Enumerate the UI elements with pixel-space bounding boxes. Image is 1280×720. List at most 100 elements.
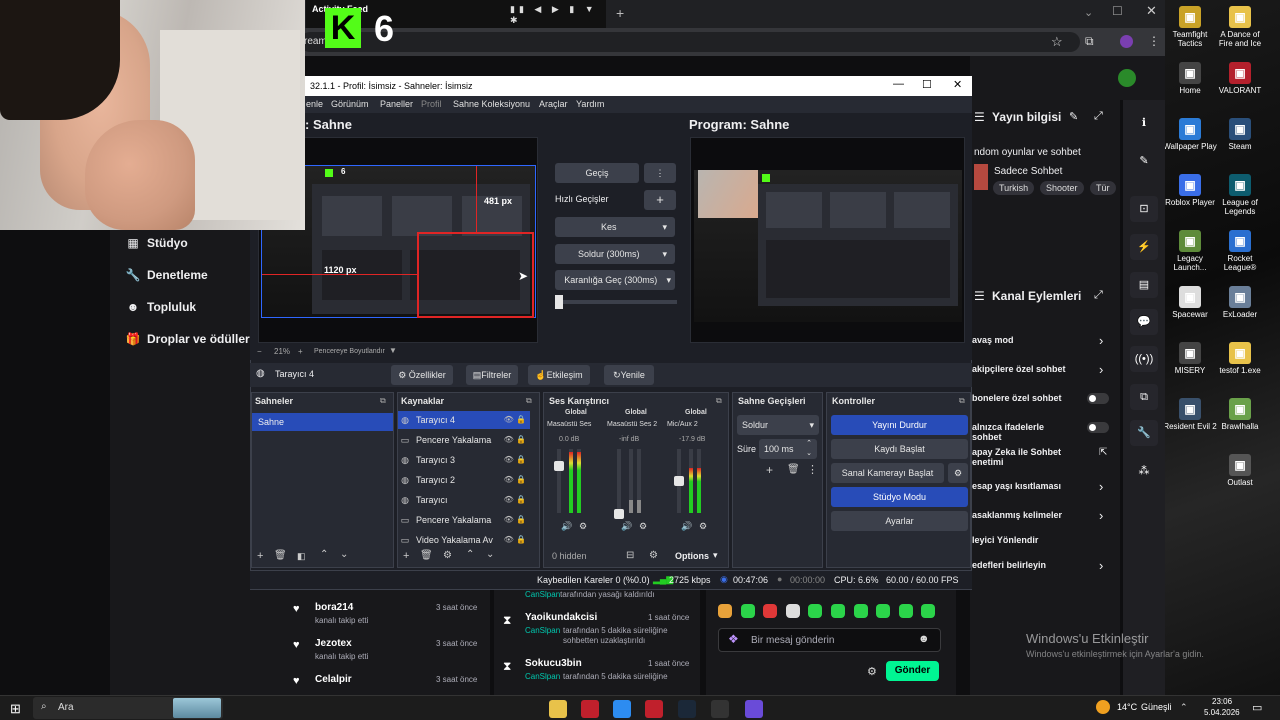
- emote-icon[interactable]: [876, 604, 891, 618]
- teams-icon[interactable]: [745, 700, 763, 718]
- emote-icon[interactable]: [921, 604, 936, 618]
- dock-float-icon[interactable]: ⧉: [380, 396, 386, 406]
- source-settings-icon[interactable]: ⚙: [443, 550, 452, 561]
- chat-settings-icon[interactable]: ⚙: [867, 665, 877, 678]
- zoom-mode[interactable]: Pencereye Boyutlandır: [314, 348, 385, 355]
- channel-action-item[interactable]: avaş mod ›: [972, 333, 1112, 351]
- visibility-lock-icons[interactable]: 👁 🔒: [504, 411, 526, 429]
- chrome-icon[interactable]: [613, 700, 631, 718]
- move-down-icon[interactable]: ⌄: [340, 549, 348, 560]
- source-item[interactable]: ◍ Tarayıcı 3 👁 🔒: [398, 451, 530, 469]
- bookmark-star-icon[interactable]: ☆: [1051, 34, 1063, 50]
- channel-action-item[interactable]: alnızca ifadelerle sohbet: [972, 420, 1112, 442]
- emote-icon[interactable]: [763, 604, 778, 618]
- obs-icon[interactable]: [711, 700, 729, 718]
- properties-button[interactable]: ⚙ Özellikler: [391, 365, 453, 385]
- remove-transition-icon[interactable]: 🗑: [787, 464, 800, 475]
- chevron-down-icon[interactable]: ▾: [713, 550, 718, 561]
- start-virtual-camera-button[interactable]: Sanal Kamerayı Başlat: [831, 463, 944, 483]
- desktop-icon[interactable]: ▣ ExLoader: [1213, 286, 1267, 319]
- zoom-minus-icon[interactable]: −: [257, 347, 262, 356]
- clock[interactable]: 23:06: [1212, 697, 1232, 706]
- remove-scene-icon[interactable]: 🗑: [274, 550, 287, 561]
- lightning-icon[interactable]: ⚡: [1130, 234, 1158, 260]
- edit-icon[interactable]: ✎: [1130, 148, 1158, 174]
- transition-select[interactable]: Soldur ▾: [737, 415, 819, 435]
- desktop-icon[interactable]: ▣ MISERY: [1163, 342, 1217, 375]
- extension-icon[interactable]: ⁂: [1130, 458, 1158, 484]
- channel-action-item[interactable]: asaklanmış kelimeler ›: [972, 508, 1112, 526]
- source-item[interactable]: ▭ Pencere Yakalama 👁 🔒: [398, 511, 530, 529]
- nav-item[interactable]: 🔧 Denetleme: [125, 268, 208, 282]
- feed-row[interactable]: ⧗ Sokucu3bin CanSlpan tarafından 5 dakika s…: [503, 658, 695, 698]
- camera-icon[interactable]: ⊡: [1130, 196, 1158, 222]
- visibility-lock-icons[interactable]: 👁 🔒: [504, 471, 526, 489]
- source-item[interactable]: ◍ Tarayıcı 2 👁 🔒: [398, 471, 530, 489]
- emote-icon[interactable]: [808, 604, 823, 618]
- remove-source-icon[interactable]: 🗑: [420, 550, 433, 561]
- speaker-icon[interactable]: 🔊: [681, 521, 692, 532]
- menu-kebab-icon[interactable]: ⋮: [1148, 34, 1160, 48]
- desktop-icon[interactable]: ▣ Resident Evil 2: [1163, 398, 1217, 431]
- add-scene-icon[interactable]: +: [257, 550, 263, 562]
- stop-stream-button[interactable]: Yayını Durdur: [831, 415, 968, 435]
- media-controls-icon[interactable]: ▮▮ ◀ ▶ ▮ ▼ ✱: [510, 4, 606, 26]
- bits-icon[interactable]: ❖: [728, 632, 739, 646]
- dock-float-icon[interactable]: ⧉: [959, 396, 965, 406]
- settings-button[interactable]: Ayarlar: [831, 511, 968, 531]
- desktop-icon[interactable]: ▣ Legacy Launch...: [1163, 230, 1217, 272]
- refresh-button[interactable]: ↻Yenile: [604, 365, 654, 385]
- twitch-avatar[interactable]: [1118, 69, 1136, 87]
- menu-profile[interactable]: Profil: [421, 99, 442, 109]
- tab-search-icon[interactable]: ⌄: [1084, 6, 1093, 19]
- desktop-icon[interactable]: ▣ Teamfight Tactics: [1163, 6, 1217, 48]
- close-icon[interactable]: ✕: [1146, 3, 1157, 19]
- channel-action-item[interactable]: bonelere özel sohbet: [972, 391, 1112, 409]
- file-explorer-icon[interactable]: [549, 700, 567, 718]
- speaker-icon[interactable]: 🔊: [621, 521, 632, 532]
- youtube-icon[interactable]: [645, 700, 663, 718]
- desktop-icon[interactable]: ▣ Roblox Player: [1163, 174, 1217, 207]
- quick-transition-fade[interactable]: Soldur (300ms) ▾: [555, 244, 675, 264]
- tag-pill[interactable]: Shooter: [1040, 181, 1084, 195]
- start-recording-button[interactable]: Kaydı Başlat: [831, 439, 968, 459]
- mixer-advanced-icon[interactable]: ⚙: [649, 550, 658, 561]
- minimize-icon[interactable]: —: [893, 78, 904, 90]
- address-bar[interactable]: ream: [300, 32, 1080, 52]
- channel-settings-icon[interactable]: ⚙: [639, 521, 647, 532]
- emote-icon[interactable]: [853, 604, 868, 618]
- quick-transition-cut[interactable]: Kes ▾: [555, 217, 675, 237]
- maximize-icon[interactable]: ☐: [1112, 4, 1123, 18]
- desktop-icon[interactable]: ▣ Home: [1163, 62, 1217, 95]
- speaker-icon[interactable]: 🔊: [561, 521, 572, 532]
- tbar-slider-handle[interactable]: [555, 295, 563, 309]
- filters-button[interactable]: ▤Filtreler: [466, 365, 518, 385]
- desktop-icon[interactable]: ▣ Spacewar: [1163, 286, 1217, 319]
- add-quick-transition-icon[interactable]: +: [644, 190, 676, 210]
- menu-file[interactable]: enle: [306, 99, 323, 109]
- channel-action-item[interactable]: akipçilere özel sohbet ›: [972, 362, 1112, 380]
- broadcast-icon[interactable]: ((•)): [1130, 346, 1158, 372]
- scene-item-sahne[interactable]: Sahne: [252, 413, 393, 431]
- volume-slider-track[interactable]: [617, 449, 621, 513]
- dock-float-icon[interactable]: ⧉: [526, 396, 532, 406]
- chat-input[interactable]: ❖ Bir mesaj gönderin ☻: [718, 628, 941, 652]
- desktop-icon[interactable]: ▣ Outlast: [1213, 454, 1267, 487]
- obs-maximize-icon[interactable]: ☐: [922, 78, 932, 91]
- move-down-icon[interactable]: ⌄: [486, 549, 494, 560]
- emote-icon[interactable]: [785, 604, 800, 618]
- new-tab-icon[interactable]: +: [616, 5, 624, 21]
- tbar-slider-track[interactable]: [555, 300, 677, 304]
- menu-help[interactable]: Yardım: [576, 99, 604, 109]
- channel-action-item[interactable]: edefleri belirleyin ›: [972, 558, 1112, 576]
- obs-close-icon[interactable]: ✕: [953, 78, 962, 91]
- edit-icon[interactable]: ✎: [1069, 110, 1078, 123]
- visibility-lock-icons[interactable]: 👁 🔒: [504, 511, 526, 529]
- layout-icon[interactable]: ⧉: [1130, 384, 1158, 410]
- notification-icon[interactable]: ▭: [1252, 701, 1262, 714]
- interact-button[interactable]: ☝Etkileşim: [528, 365, 590, 385]
- desktop-icon[interactable]: ▣ Wallpaper Play: [1163, 118, 1217, 151]
- source-item[interactable]: ◍ Tarayıcı 4 👁 🔒: [398, 411, 530, 429]
- channel-action-item[interactable]: esap yaşı kısıtlaması ›: [972, 479, 1112, 497]
- feed-row[interactable]: ♥ bora214 kanalı takip etti 3 saat önce: [293, 602, 485, 632]
